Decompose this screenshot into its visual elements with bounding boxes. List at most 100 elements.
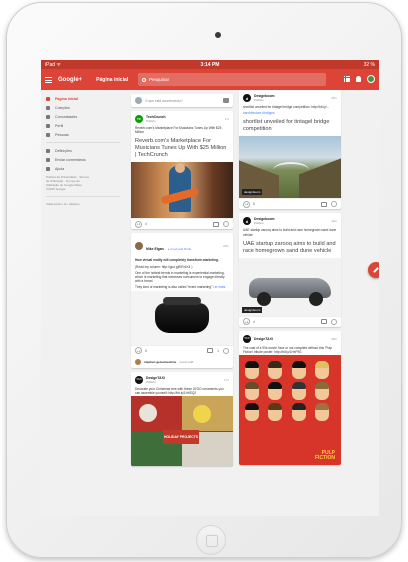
character-face [245, 382, 259, 401]
sidebar-divider [46, 142, 120, 143]
share-avatar [135, 97, 142, 104]
post-card: Mike Elgan ▸ Food and Drink 20m How virt… [131, 233, 233, 368]
post-visibility: Público [146, 379, 156, 384]
post-link-title[interactable]: UAE startup zarooq aims to build and rac… [239, 238, 341, 258]
avatar[interactable] [367, 75, 375, 83]
menu-icon[interactable] [45, 76, 52, 83]
sidebar-item-profile[interactable]: Perfil [41, 121, 125, 130]
post-text: Decorate your Christmas tree with these … [135, 386, 224, 395]
share-icon[interactable] [223, 347, 229, 354]
vr-headset-shape [155, 302, 209, 333]
vr-strap [163, 296, 201, 305]
yellow-flower-ornament [193, 405, 211, 424]
bridge-photo[interactable]: designboom [239, 136, 341, 199]
post-time: 1 h [224, 117, 229, 121]
pulp-fiction-poster[interactable]: PULP FICTION [239, 355, 341, 466]
search-input[interactable]: Pesquisar [138, 73, 327, 86]
commenter-avatar[interactable] [135, 358, 141, 365]
author-name[interactable]: DesignTAXI [254, 337, 273, 341]
search-placeholder: Pesquisar [149, 77, 170, 82]
share-icon[interactable] [223, 221, 229, 228]
page-title: Página inicial [96, 76, 129, 83]
post-card: TAXI DesignTAXI 45m The cast of a 90s mo… [239, 330, 341, 466]
character-face [314, 361, 329, 380]
profile-icon [46, 123, 50, 128]
comment-icon[interactable] [321, 319, 327, 325]
post-card: d Designboom Público 44m UAE startup zaro… [239, 213, 341, 327]
settings-icon [46, 148, 50, 153]
sidebar-item-label: Comunidades [55, 114, 78, 119]
share-placeholder: O que está acontecendo? [145, 98, 183, 103]
sidebar-item-home[interactable]: Página inicial [41, 94, 125, 103]
author-avatar[interactable]: TC [135, 115, 143, 123]
character-face [268, 382, 283, 401]
sidebar-item-communities[interactable]: Comunidades [41, 112, 125, 121]
post-card: TAXI DesignTAXI Público 1 hr Decorate you… [131, 371, 233, 467]
author-avatar[interactable]: d [243, 94, 251, 102]
post-text: The cast of a 90s movie 'face or not com… [243, 345, 332, 355]
pencil-icon [373, 267, 379, 273]
post-text-line: They kind of marketing is also called "e… [135, 285, 213, 290]
google-plus-logo[interactable]: Google+ [58, 77, 82, 83]
sidebar-item-label: Enviar comentários [55, 157, 86, 162]
vr-headset-photo[interactable] [131, 290, 233, 345]
plus-one-button[interactable]: +1 [243, 318, 250, 326]
author-name[interactable]: Mike Elgan [146, 247, 164, 251]
apps-grid-icon[interactable] [344, 76, 350, 82]
camera-icon[interactable] [223, 98, 229, 103]
guitar-photo[interactable] [131, 162, 233, 219]
read-more-link[interactable]: Ler mais [213, 285, 225, 289]
front-camera [215, 32, 221, 38]
commenter-name[interactable]: stephen getsomeslims [144, 360, 176, 364]
post-link-title[interactable]: Reverb.com's Marketplace For Musicians T… [131, 135, 233, 162]
plus-one-button[interactable]: +1 [135, 347, 142, 355]
sidebar: Página inicial Coleções Comunidades Perf… [41, 90, 125, 516]
comment-icon[interactable] [213, 221, 219, 227]
author-avatar[interactable]: TAXI [243, 334, 251, 343]
sidebar-item-collections[interactable]: Coleções [41, 103, 125, 112]
bridge-arch [273, 162, 309, 178]
vehicle-wheel-front [257, 291, 271, 306]
share-icon[interactable] [331, 201, 337, 208]
character-face [245, 403, 259, 422]
sidebar-item-feedback[interactable]: Enviar comentários [41, 155, 125, 164]
author-avatar[interactable]: TAXI [135, 375, 143, 384]
feed-column-left: O que está acontecendo? TC TechCrunch Púb… [131, 94, 233, 470]
sidebar-item-people[interactable]: Pessoas [41, 130, 125, 139]
community-link[interactable]: Food and Drink [171, 247, 192, 251]
comment-text: Good stuff [179, 359, 194, 364]
clock: 3:14 PM [200, 61, 220, 68]
share-icon[interactable] [331, 318, 337, 325]
plus-count: 5 [145, 348, 147, 353]
character-face [268, 403, 283, 422]
sidebar-item-help[interactable]: Ajuda [41, 164, 125, 173]
post-card: TC TechCrunch Público 1 h Reverb.com's Ma… [131, 111, 233, 230]
notifications-icon[interactable] [356, 76, 361, 82]
author-avatar[interactable]: d [243, 217, 251, 226]
sidebar-item-settings[interactable]: Definições [41, 146, 125, 155]
collections-icon [46, 105, 50, 110]
character-grid [239, 355, 341, 427]
sidebar-footer: Política de Privacidade · Termos de Util… [41, 173, 125, 193]
search-icon [142, 77, 147, 82]
post-text: One of the hottest trends in marketing i… [135, 270, 225, 284]
author-avatar[interactable] [135, 242, 143, 251]
home-button[interactable] [196, 525, 226, 555]
character-face [268, 361, 283, 380]
post-link-title[interactable]: shortlist unveiled for tintagel bridge c… [239, 116, 341, 136]
vehicle-wheel-rear [309, 291, 323, 306]
sand-vehicle-photo[interactable]: designboom [239, 257, 341, 316]
plus-one-button[interactable]: +1 [135, 220, 142, 228]
new-post-button[interactable] [368, 262, 379, 278]
plus-count: 4 [145, 222, 147, 227]
lego-ornaments-photo[interactable]: HOLIDAY PROJECTS [131, 396, 233, 467]
comment-icon[interactable] [207, 348, 214, 354]
plus-one-button[interactable]: +1 [243, 200, 250, 208]
classic-link[interactable]: Voltar para o G+ clássico [41, 200, 125, 208]
help-icon [46, 166, 50, 171]
share-box[interactable]: O que está acontecendo? [131, 94, 233, 107]
feedback-icon [46, 157, 50, 162]
people-icon [46, 132, 50, 137]
comment-icon[interactable] [321, 201, 327, 207]
holiday-projects-badge: HOLIDAY PROJECTS [163, 430, 199, 445]
